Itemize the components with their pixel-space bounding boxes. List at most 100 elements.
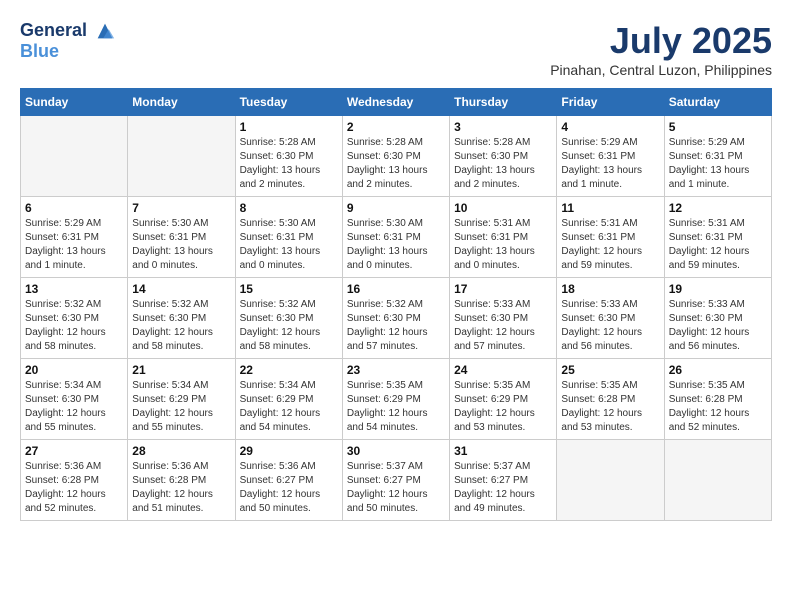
day-info: Sunrise: 5:32 AM Sunset: 6:30 PM Dayligh… (132, 298, 230, 354)
calendar-cell: 23 Sunrise: 5:35 AM Sunset: 6:29 PM Dayli… (342, 359, 449, 440)
logo: General Blue (20, 20, 116, 62)
day-info: Sunrise: 5:34 AM Sunset: 6:30 PM Dayligh… (25, 379, 123, 435)
day-info: Sunrise: 5:32 AM Sunset: 6:30 PM Dayligh… (240, 298, 338, 354)
logo-icon (94, 20, 116, 42)
day-info: Sunrise: 5:37 AM Sunset: 6:27 PM Dayligh… (347, 460, 445, 516)
weekday-header-thursday: Thursday (450, 89, 557, 116)
logo-text: General (20, 20, 116, 42)
day-info: Sunrise: 5:30 AM Sunset: 6:31 PM Dayligh… (347, 217, 445, 273)
week-row-3: 13Sunrise: 5:32 AM Sunset: 6:30 PM Dayli… (21, 278, 772, 359)
day-info: Sunrise: 5:28 AM Sunset: 6:30 PM Dayligh… (454, 136, 552, 192)
day-info: Sunrise: 5:34 AM Sunset: 6:29 PM Dayligh… (240, 379, 338, 435)
calendar-cell: 15Sunrise: 5:32 AM Sunset: 6:30 PM Dayli… (235, 278, 342, 359)
day-info: Sunrise: 5:28 AM Sunset: 6:30 PM Dayligh… (240, 136, 338, 192)
day-info: Sunrise: 5:31 AM Sunset: 6:31 PM Dayligh… (561, 217, 659, 273)
calendar-cell: 2Sunrise: 5:28 AM Sunset: 6:30 PM Daylig… (342, 116, 449, 197)
day-number: 7 (132, 201, 230, 215)
day-info: Sunrise: 5:36 AM Sunset: 6:28 PM Dayligh… (25, 460, 123, 516)
day-info: Sunrise: 5:36 AM Sunset: 6:28 PM Dayligh… (132, 460, 230, 516)
weekday-header-wednesday: Wednesday (342, 89, 449, 116)
calendar-cell: 9 Sunrise: 5:30 AM Sunset: 6:31 PM Daylig… (342, 197, 449, 278)
calendar-cell: 7 Sunrise: 5:30 AM Sunset: 6:31 PM Daylig… (128, 197, 235, 278)
calendar-cell (128, 116, 235, 197)
day-number: 9 (347, 201, 445, 215)
day-info: Sunrise: 5:31 AM Sunset: 6:31 PM Dayligh… (454, 217, 552, 273)
page-header: General Blue July 2025 Pinahan, Central … (20, 20, 772, 78)
day-number: 25 (561, 363, 659, 377)
day-number: 10 (454, 201, 552, 215)
day-number: 18 (561, 282, 659, 296)
day-info: Sunrise: 5:29 AM Sunset: 6:31 PM Dayligh… (25, 217, 123, 273)
day-number: 1 (240, 120, 338, 134)
calendar-cell: 25 Sunrise: 5:35 AM Sunset: 6:28 PM Dayli… (557, 359, 664, 440)
day-number: 14 (132, 282, 230, 296)
month-title: July 2025 (550, 20, 772, 62)
day-number: 17 (454, 282, 552, 296)
calendar-cell: 8 Sunrise: 5:30 AM Sunset: 6:31 PM Daylig… (235, 197, 342, 278)
calendar-cell: 19 Sunrise: 5:33 AM Sunset: 6:30 PM Dayli… (664, 278, 771, 359)
day-number: 4 (561, 120, 659, 134)
logo-blue: Blue (20, 42, 116, 62)
day-info: Sunrise: 5:35 AM Sunset: 6:28 PM Dayligh… (561, 379, 659, 435)
calendar-cell: 5Sunrise: 5:29 AM Sunset: 6:31 PM Daylig… (664, 116, 771, 197)
calendar-cell: 30Sunrise: 5:37 AM Sunset: 6:27 PM Dayli… (342, 440, 449, 521)
day-number: 28 (132, 444, 230, 458)
calendar-cell: 31 Sunrise: 5:37 AM Sunset: 6:27 PM Dayli… (450, 440, 557, 521)
week-row-1: 1 Sunrise: 5:28 AM Sunset: 6:30 PM Daylig… (21, 116, 772, 197)
day-info: Sunrise: 5:31 AM Sunset: 6:31 PM Dayligh… (669, 217, 767, 273)
calendar-cell: 6Sunrise: 5:29 AM Sunset: 6:31 PM Daylig… (21, 197, 128, 278)
week-row-2: 6Sunrise: 5:29 AM Sunset: 6:31 PM Daylig… (21, 197, 772, 278)
day-info: Sunrise: 5:32 AM Sunset: 6:30 PM Dayligh… (347, 298, 445, 354)
day-number: 20 (25, 363, 123, 377)
calendar-cell: 3 Sunrise: 5:28 AM Sunset: 6:30 PM Daylig… (450, 116, 557, 197)
calendar-cell: 21 Sunrise: 5:34 AM Sunset: 6:29 PM Dayli… (128, 359, 235, 440)
calendar-cell: 22 Sunrise: 5:34 AM Sunset: 6:29 PM Dayli… (235, 359, 342, 440)
day-info: Sunrise: 5:33 AM Sunset: 6:30 PM Dayligh… (561, 298, 659, 354)
weekday-header-sunday: Sunday (21, 89, 128, 116)
day-number: 2 (347, 120, 445, 134)
weekday-header-tuesday: Tuesday (235, 89, 342, 116)
calendar-cell (664, 440, 771, 521)
day-number: 21 (132, 363, 230, 377)
day-info: Sunrise: 5:35 AM Sunset: 6:29 PM Dayligh… (347, 379, 445, 435)
day-info: Sunrise: 5:33 AM Sunset: 6:30 PM Dayligh… (669, 298, 767, 354)
calendar-cell: 27 Sunrise: 5:36 AM Sunset: 6:28 PM Dayli… (21, 440, 128, 521)
calendar-cell: 28 Sunrise: 5:36 AM Sunset: 6:28 PM Dayli… (128, 440, 235, 521)
calendar-cell (21, 116, 128, 197)
day-number: 8 (240, 201, 338, 215)
day-number: 16 (347, 282, 445, 296)
weekday-header-saturday: Saturday (664, 89, 771, 116)
day-number: 29 (240, 444, 338, 458)
day-info: Sunrise: 5:30 AM Sunset: 6:31 PM Dayligh… (132, 217, 230, 273)
week-row-4: 20 Sunrise: 5:34 AM Sunset: 6:30 PM Dayli… (21, 359, 772, 440)
calendar-cell: 26Sunrise: 5:35 AM Sunset: 6:28 PM Dayli… (664, 359, 771, 440)
calendar-cell: 20 Sunrise: 5:34 AM Sunset: 6:30 PM Dayli… (21, 359, 128, 440)
day-info: Sunrise: 5:37 AM Sunset: 6:27 PM Dayligh… (454, 460, 552, 516)
day-number: 3 (454, 120, 552, 134)
calendar-cell: 17 Sunrise: 5:33 AM Sunset: 6:30 PM Dayli… (450, 278, 557, 359)
day-number: 12 (669, 201, 767, 215)
calendar-cell: 10 Sunrise: 5:31 AM Sunset: 6:31 PM Dayli… (450, 197, 557, 278)
day-info: Sunrise: 5:30 AM Sunset: 6:31 PM Dayligh… (240, 217, 338, 273)
day-number: 23 (347, 363, 445, 377)
day-info: Sunrise: 5:29 AM Sunset: 6:31 PM Dayligh… (669, 136, 767, 192)
calendar-cell: 16 Sunrise: 5:32 AM Sunset: 6:30 PM Dayli… (342, 278, 449, 359)
day-info: Sunrise: 5:34 AM Sunset: 6:29 PM Dayligh… (132, 379, 230, 435)
calendar-cell: 12 Sunrise: 5:31 AM Sunset: 6:31 PM Dayli… (664, 197, 771, 278)
calendar-cell: 1 Sunrise: 5:28 AM Sunset: 6:30 PM Daylig… (235, 116, 342, 197)
day-info: Sunrise: 5:33 AM Sunset: 6:30 PM Dayligh… (454, 298, 552, 354)
day-number: 19 (669, 282, 767, 296)
week-row-5: 27 Sunrise: 5:36 AM Sunset: 6:28 PM Dayli… (21, 440, 772, 521)
day-info: Sunrise: 5:36 AM Sunset: 6:27 PM Dayligh… (240, 460, 338, 516)
day-number: 27 (25, 444, 123, 458)
calendar-cell: 24Sunrise: 5:35 AM Sunset: 6:29 PM Dayli… (450, 359, 557, 440)
day-number: 22 (240, 363, 338, 377)
day-info: Sunrise: 5:35 AM Sunset: 6:29 PM Dayligh… (454, 379, 552, 435)
day-info: Sunrise: 5:29 AM Sunset: 6:31 PM Dayligh… (561, 136, 659, 192)
calendar-cell: 11Sunrise: 5:31 AM Sunset: 6:31 PM Dayli… (557, 197, 664, 278)
day-number: 31 (454, 444, 552, 458)
calendar-cell: 18 Sunrise: 5:33 AM Sunset: 6:30 PM Dayli… (557, 278, 664, 359)
weekday-header-row: SundayMondayTuesdayWednesdayThursdayFrid… (21, 89, 772, 116)
weekday-header-friday: Friday (557, 89, 664, 116)
day-number: 26 (669, 363, 767, 377)
